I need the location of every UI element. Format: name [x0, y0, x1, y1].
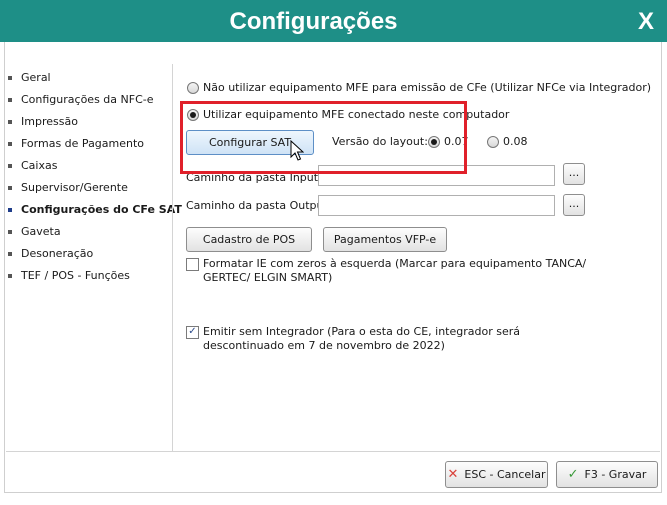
- mouse-cursor-icon: [290, 140, 304, 161]
- cancel-x-icon: ✕: [447, 467, 459, 482]
- output-folder-field[interactable]: [318, 195, 555, 216]
- sidebar-divider: [172, 64, 173, 452]
- sidebar-item-label: Formas de Pagamento: [21, 137, 145, 150]
- footer-divider: [6, 451, 660, 452]
- vfp-payments-button[interactable]: Pagamentos VFP-e: [323, 227, 447, 252]
- sidebar-item-desoneracao[interactable]: Desoneração: [8, 246, 173, 268]
- title-bar: Configurações X: [0, 0, 667, 42]
- sidebar-item-label: TEF / POS - Funções: [21, 269, 130, 282]
- sidebar-item-caixas[interactable]: Caixas: [8, 158, 173, 180]
- radio-layout-label: 0.08: [503, 135, 528, 148]
- sidebar-item-nfce[interactable]: Configurações da NFC-e: [8, 92, 173, 114]
- radio-no-mfe[interactable]: Não utilizar equipamento MFE para emissã…: [187, 81, 651, 94]
- bullet-icon: [8, 142, 12, 146]
- radio-icon: [487, 135, 499, 148]
- bullet-icon: [8, 274, 12, 278]
- bullet-icon: [8, 230, 12, 234]
- checkbox-icon: [186, 258, 199, 271]
- checkmark-icon: ✓: [567, 467, 579, 482]
- format-ie-label: Formatar IE com zeros à esquerda (Marcar…: [203, 257, 587, 284]
- highlight-annotation: [180, 101, 467, 174]
- bullet-icon: [8, 252, 12, 256]
- cancel-button[interactable]: ✕ ESC - Cancelar: [445, 461, 548, 488]
- sidebar-item-supervisor[interactable]: Supervisor/Gerente: [8, 180, 173, 202]
- bullet-icon: [8, 164, 12, 168]
- radio-no-mfe-label: Não utilizar equipamento MFE para emissã…: [203, 81, 652, 94]
- cancel-button-label: ESC - Cancelar: [464, 468, 546, 481]
- bullet-icon: [8, 120, 12, 124]
- sidebar-item-gaveta[interactable]: Gaveta: [8, 224, 173, 246]
- radio-layout-0-08[interactable]: 0.08: [487, 135, 528, 148]
- sidebar-item-label: Supervisor/Gerente: [21, 181, 128, 194]
- sidebar-item-label: Caixas: [21, 159, 58, 172]
- browse-output-button[interactable]: ...: [563, 194, 585, 216]
- bullet-icon: [8, 186, 12, 190]
- output-folder-label: Caminho da pasta Output:: [186, 199, 332, 212]
- bullet-icon: [8, 76, 12, 80]
- sidebar-item-label: Gaveta: [21, 225, 61, 238]
- radio-icon: [187, 81, 199, 94]
- window-title: Configurações: [229, 8, 398, 35]
- sidebar-item-impressao[interactable]: Impressão: [8, 114, 173, 136]
- sidebar-item-label: Configurações do CFe SAT: [21, 203, 182, 216]
- sidebar-item-cfe-sat[interactable]: Configurações do CFe SAT: [8, 202, 182, 224]
- checkmark-icon: ✓: [186, 326, 199, 339]
- bullet-icon: [8, 98, 12, 102]
- sidebar-item-label: Impressão: [21, 115, 78, 128]
- emit-without-integrator-checkbox[interactable]: ✓ Emitir sem Integrador (Para o esta do …: [186, 325, 586, 353]
- sidebar-item-label: Configurações da NFC-e: [21, 93, 154, 106]
- pos-register-button[interactable]: Cadastro de POS: [186, 227, 312, 252]
- close-button[interactable]: X: [625, 0, 667, 42]
- bullet-icon: [8, 208, 12, 212]
- sidebar-item-formas-pagamento[interactable]: Formas de Pagamento: [8, 136, 173, 158]
- sidebar-item-tef-pos[interactable]: TEF / POS - Funções: [8, 268, 173, 290]
- save-button[interactable]: ✓ F3 - Gravar: [556, 461, 658, 488]
- save-button-label: F3 - Gravar: [584, 468, 647, 481]
- settings-sidebar: Geral Configurações da NFC-e Impressão F…: [8, 70, 182, 290]
- emit-without-integrator-label: Emitir sem Integrador (Para o esta do CE…: [203, 325, 520, 352]
- sidebar-item-label: Desoneração: [21, 247, 94, 260]
- format-ie-checkbox[interactable]: Formatar IE com zeros à esquerda (Marcar…: [186, 257, 596, 285]
- sidebar-item-geral[interactable]: Geral: [8, 70, 173, 92]
- browse-input-button[interactable]: ...: [563, 163, 585, 185]
- sidebar-item-label: Geral: [21, 71, 51, 84]
